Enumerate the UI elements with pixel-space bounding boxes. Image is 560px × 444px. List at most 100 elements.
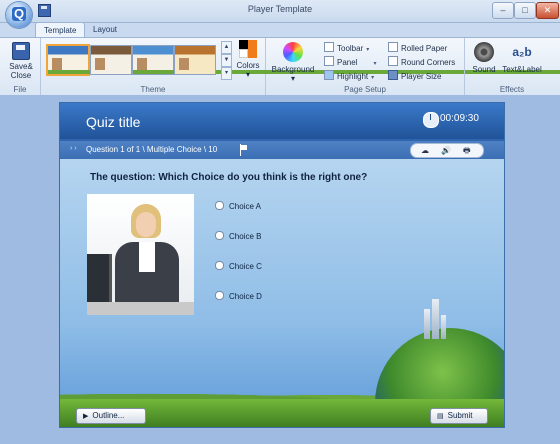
tab-template[interactable]: Template	[35, 22, 86, 38]
choice-a-radio[interactable]	[215, 201, 224, 210]
outline-button[interactable]: ▶ Outline...	[76, 408, 146, 424]
file-group-label: File	[13, 85, 27, 94]
colors-button[interactable]: Colors ▾	[234, 40, 262, 79]
timer: 00:09:30	[440, 113, 479, 124]
rolled-paper-checkbox-box	[388, 42, 398, 52]
effects-group: Sound a₂b Text&Label Effects	[465, 38, 559, 95]
theme-scroll-up-button[interactable]: ▲	[221, 41, 232, 54]
theme-thumbnail-2[interactable]	[90, 45, 132, 75]
question-info: Question 1 of 1 \ Multiple Choice \ 10	[86, 145, 218, 154]
close-label: Close	[10, 71, 32, 80]
toolbar-checkbox[interactable]: Toolbar ▾	[324, 42, 369, 55]
highlight-label: Highlight	[337, 72, 369, 81]
text-label-button[interactable]: a₂b Text&Label	[501, 40, 543, 74]
towers-decoration	[420, 299, 450, 339]
play-icon: ▶	[83, 413, 89, 420]
close-button[interactable]: ✕	[536, 2, 559, 19]
player-tools: ☁ 🔊 🖶	[410, 143, 484, 158]
title-bar: Q Player Template – □ ✕	[0, 0, 560, 28]
question-image	[87, 194, 194, 315]
choice-b-radio[interactable]	[215, 231, 224, 240]
ribbon: Save& Close File ▲ ▼ ▾ Colors ▾ Theme Ba…	[0, 37, 560, 96]
ribbon-tabs: Template Layout	[0, 22, 560, 38]
choice-a[interactable]: Choice A	[215, 201, 261, 211]
theme-more-button[interactable]: ▾	[221, 67, 232, 80]
choice-a-label: Choice A	[229, 202, 262, 211]
question-text: The question: Which Choice do you think …	[90, 172, 367, 183]
theme-thumbnail-4[interactable]	[174, 45, 216, 75]
background-label: Background	[271, 65, 315, 74]
theme-thumbnail-1[interactable]	[46, 44, 492, 76]
minimize-button[interactable]: –	[492, 2, 514, 19]
panel-checkbox[interactable]: Panel ▾	[324, 56, 376, 69]
player-size-label: Player Size	[401, 72, 442, 81]
tab-layout[interactable]: Layout	[85, 22, 125, 37]
question-nav-bar: › › Question 1 of 1 \ Multiple Choice \ …	[60, 141, 504, 159]
question-body: Which Choice do you think is the right o…	[158, 172, 368, 183]
rolled-paper-checkbox[interactable]: Rolled Paper	[388, 42, 447, 54]
panel-label: Panel	[337, 58, 358, 67]
save-icon	[12, 42, 30, 60]
save-close-button[interactable]: Save& Close	[6, 42, 36, 80]
round-corners-label: Round Corners	[401, 58, 456, 67]
rolled-paper-label: Rolled Paper	[401, 44, 448, 53]
sound-button[interactable]: Sound	[469, 40, 499, 74]
theme-scroll-down-button[interactable]: ▼	[221, 54, 232, 67]
choice-c-label: Choice C	[229, 262, 262, 271]
toolbar-label: Toolbar	[337, 44, 364, 53]
cloud-icon[interactable]: ☁	[421, 144, 429, 157]
question-prefix: The question:	[90, 172, 156, 183]
choice-c-radio[interactable]	[215, 261, 224, 270]
player-size-button[interactable]: Player Size	[388, 70, 441, 82]
flag-icon[interactable]	[240, 144, 248, 156]
highlight-checkbox-box	[324, 70, 334, 80]
colors-label: Colors	[236, 61, 260, 70]
quiz-player-preview: Quiz title 00:09:30 › › Question 1 of 1 …	[59, 102, 505, 428]
theme-group-label: Theme	[140, 85, 166, 94]
toolbar-checkbox-box	[324, 42, 334, 52]
choice-b-label: Choice B	[229, 232, 262, 241]
colors-dropdown-icon: ▾	[245, 70, 250, 79]
round-corners-checkbox-box	[388, 56, 398, 66]
colors-icon	[239, 40, 257, 58]
text-label-label: Text&Label	[502, 65, 542, 74]
page-setup-group-label: Page Setup	[344, 85, 386, 94]
app-logo-icon: Q	[12, 6, 26, 21]
highlight-checkbox[interactable]: Highlight ▾	[324, 70, 374, 83]
background-dropdown-icon: ▾	[290, 74, 295, 83]
theme-group: ▲ ▼ ▾ Colors ▾ Theme	[41, 38, 560, 95]
player-header: Quiz title 00:09:30	[60, 103, 504, 139]
theme-thumbnail-3[interactable]	[132, 45, 560, 75]
panel-checkbox-box	[324, 56, 334, 66]
effects-group-label: Effects	[499, 85, 525, 94]
choice-d[interactable]: Choice D	[215, 291, 262, 301]
submit-label: Submit	[447, 411, 473, 420]
text-label-icon: a₂b	[512, 45, 532, 59]
volume-icon[interactable]: 🔊	[441, 144, 451, 157]
outline-label: Outline...	[92, 411, 125, 420]
choice-d-label: Choice D	[229, 292, 262, 301]
choice-d-radio[interactable]	[215, 291, 224, 300]
round-corners-checkbox[interactable]: Round Corners	[388, 56, 455, 68]
toolbar-dropdown-icon: ▾	[366, 47, 370, 53]
quiz-title: Quiz title	[86, 114, 141, 130]
clock-icon	[423, 112, 439, 128]
player-size-icon	[388, 70, 398, 80]
background-button[interactable]: Background ▾	[270, 42, 316, 83]
sound-label: Sound	[472, 65, 496, 74]
maximize-button[interactable]: □	[514, 2, 536, 19]
nav-arrows-icon: › ›	[70, 145, 77, 152]
choice-c[interactable]: Choice C	[215, 261, 262, 271]
window-title: Player Template	[247, 4, 313, 14]
submit-button[interactable]: ▤ Submit	[430, 408, 488, 424]
app-menu-button[interactable]: Q	[6, 2, 32, 28]
save-label: Save&	[9, 62, 33, 71]
print-icon[interactable]: 🖶	[463, 144, 471, 157]
page-setup-group: Background ▾ Toolbar ▾ Panel ▾ Highlight ▾ …	[266, 38, 465, 95]
choice-b[interactable]: Choice B	[215, 231, 261, 241]
panel-dropdown-icon: ▾	[373, 61, 377, 67]
highlight-dropdown-icon: ▾	[371, 75, 375, 81]
submit-icon: ▤	[437, 413, 444, 420]
background-color-wheel-icon	[283, 42, 303, 62]
file-group: Save& Close File	[0, 38, 41, 95]
